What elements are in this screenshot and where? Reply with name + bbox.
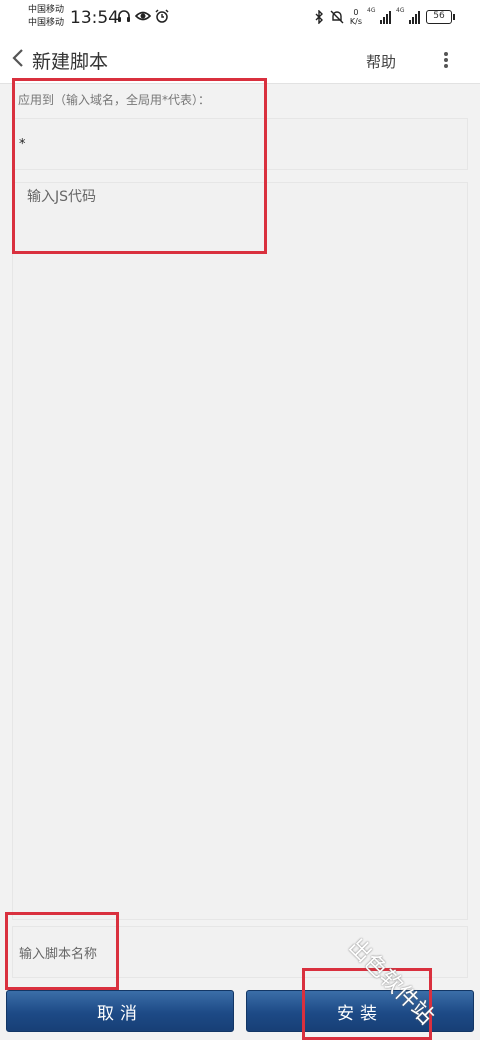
status-time: 13:54 bbox=[70, 8, 119, 28]
app-bar: 新建脚本 帮助 bbox=[0, 36, 480, 84]
page-title: 新建脚本 bbox=[32, 51, 109, 73]
status-left-icons bbox=[117, 9, 169, 23]
net-speed-unit: K/s bbox=[349, 17, 362, 26]
headphones-icon bbox=[118, 10, 130, 22]
cancel-button[interactable]: 取消 bbox=[6, 990, 234, 1032]
eye-icon bbox=[135, 11, 151, 21]
annotation-box-name bbox=[5, 912, 119, 990]
back-arrow-icon[interactable] bbox=[12, 48, 28, 72]
help-button[interactable]: 帮助 bbox=[366, 51, 396, 72]
battery-icon: 56 bbox=[426, 10, 455, 24]
signal-1-type: 4G bbox=[367, 7, 376, 14]
signal-2-type: 4G bbox=[396, 7, 405, 14]
js-code-textarea[interactable]: 输入JS代码 bbox=[12, 182, 468, 920]
carrier-1: 中国移动 bbox=[28, 5, 65, 15]
alarm-icon bbox=[155, 9, 169, 23]
status-right-icons: 0 K/s 4G 4G 56 bbox=[314, 7, 455, 26]
net-speed-value: 0 bbox=[353, 8, 359, 17]
carrier-2: 中国移动 bbox=[28, 18, 65, 28]
net-speed: 0 K/s bbox=[350, 8, 362, 26]
annotation-box-domain-code bbox=[12, 78, 267, 254]
status-bar: 中国移动 中国移动 13:54 0 K/s 4G 4G 56 bbox=[0, 0, 480, 36]
carrier-labels: 中国移动 中国移动 bbox=[28, 4, 64, 30]
bluetooth-icon bbox=[315, 10, 323, 24]
signal-icon-2: 4G bbox=[396, 7, 420, 24]
signal-icon-1: 4G bbox=[367, 7, 391, 24]
more-options-icon[interactable] bbox=[442, 50, 450, 70]
mute-icon bbox=[330, 10, 344, 24]
